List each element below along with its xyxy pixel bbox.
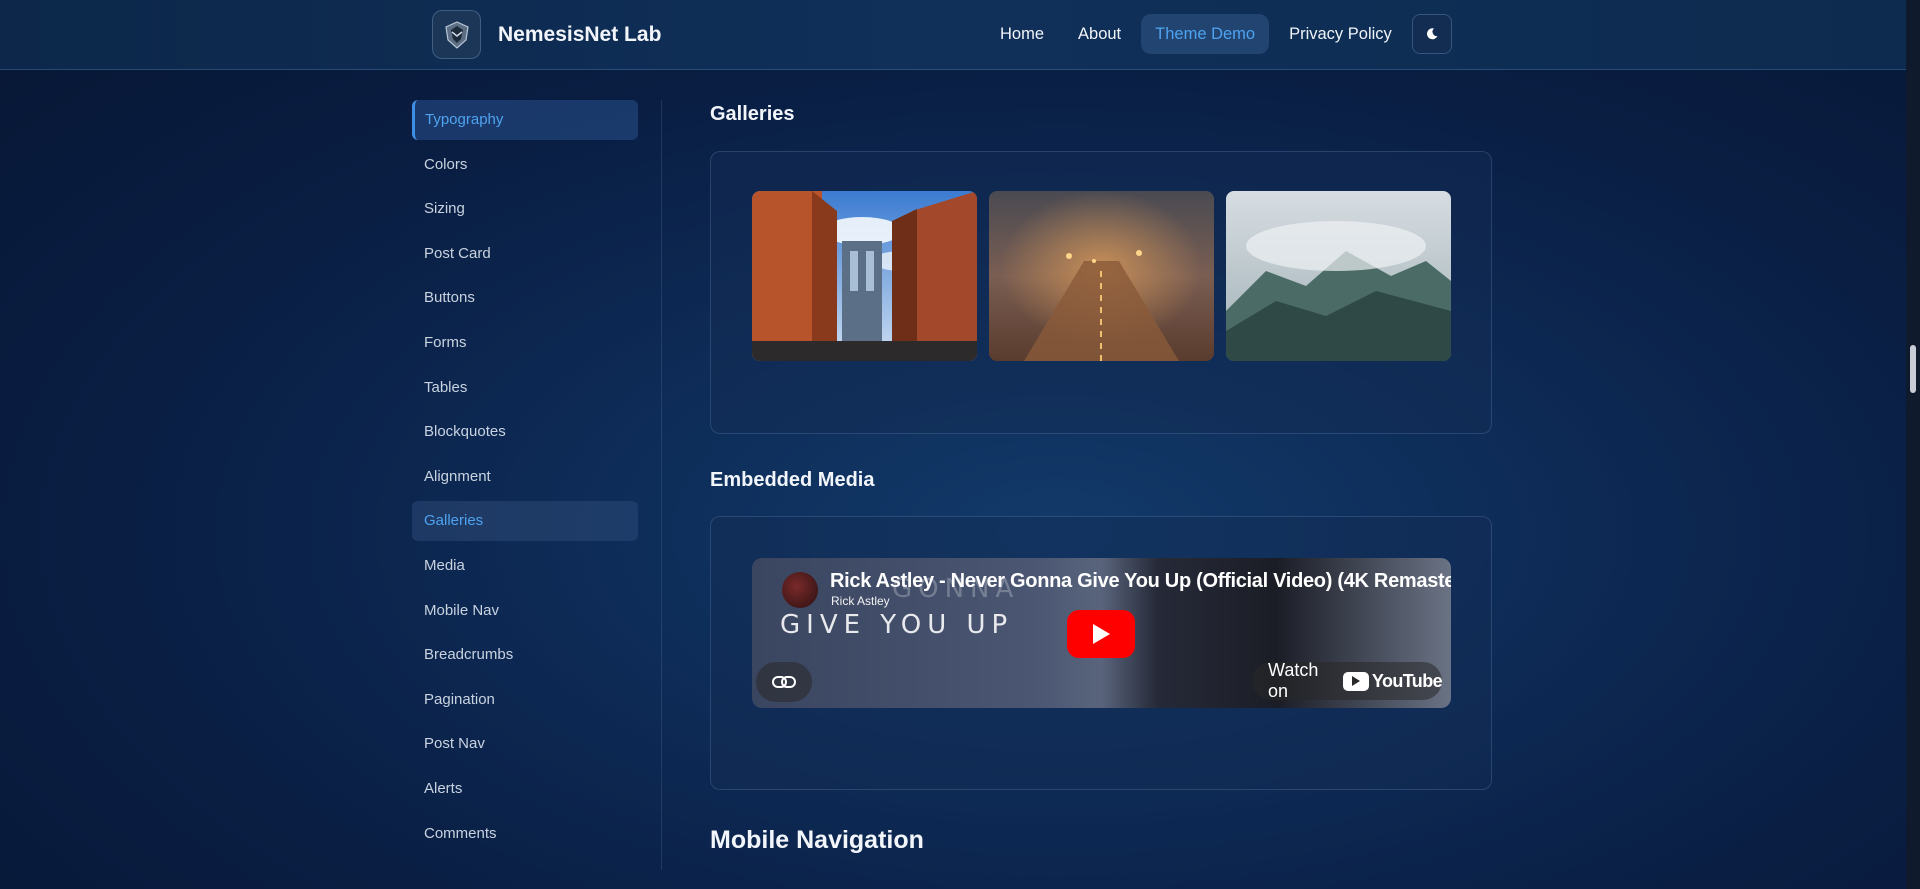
youtube-embed[interactable]: GONNA GIVE YOU UP Rick Astley - Never Go… bbox=[752, 558, 1451, 708]
play-icon bbox=[1093, 624, 1110, 644]
nav-about[interactable]: About bbox=[1064, 14, 1135, 54]
sidebar-item-breadcrumbs[interactable]: Breadcrumbs bbox=[412, 635, 638, 675]
gallery-image-misty-mountain[interactable] bbox=[1226, 191, 1451, 361]
nav-theme-demo[interactable]: Theme Demo bbox=[1141, 14, 1270, 54]
watch-on-youtube-button[interactable]: Watch on YouTube bbox=[1252, 660, 1443, 701]
mobile-navigation-heading: Mobile Navigation bbox=[710, 826, 924, 854]
scrollbar-thumb[interactable] bbox=[1910, 345, 1916, 393]
copy-link-button[interactable] bbox=[756, 662, 812, 702]
sidebar-item-forms[interactable]: Forms bbox=[412, 323, 638, 363]
sidebar-nav: Typography Colors Sizing Post Card Butto… bbox=[412, 100, 638, 858]
sidebar-item-pagination[interactable]: Pagination bbox=[412, 680, 638, 720]
site-title: NemesisNet Lab bbox=[498, 22, 662, 46]
watch-on-label: Watch on bbox=[1268, 660, 1319, 701]
sidebar-item-media[interactable]: Media bbox=[412, 546, 638, 586]
video-channel[interactable]: Rick Astley bbox=[831, 594, 890, 608]
sidebar-item-mobile-nav[interactable]: Mobile Nav bbox=[412, 591, 638, 631]
sidebar-item-tables[interactable]: Tables bbox=[412, 368, 638, 408]
galleries-heading: Galleries bbox=[710, 103, 795, 125]
sidebar-item-alignment[interactable]: Alignment bbox=[412, 457, 638, 497]
brand[interactable]: NemesisNet Lab bbox=[432, 10, 661, 59]
embedded-media-heading: Embedded Media bbox=[710, 469, 875, 491]
sidebar-item-typography[interactable]: Typography bbox=[412, 100, 638, 140]
sidebar-item-post-nav[interactable]: Post Nav bbox=[412, 724, 638, 764]
youtube-logo-icon: YouTube bbox=[1342, 670, 1443, 692]
top-navigation-bar: NemesisNet Lab Home About Theme Demo Pri… bbox=[0, 0, 1906, 70]
sidebar-item-buttons[interactable]: Buttons bbox=[412, 278, 638, 318]
sidebar-item-blockquotes[interactable]: Blockquotes bbox=[412, 412, 638, 452]
sidebar-item-sizing[interactable]: Sizing bbox=[412, 189, 638, 229]
channel-avatar[interactable] bbox=[782, 572, 818, 608]
shield-logo-icon bbox=[432, 10, 481, 59]
play-button[interactable] bbox=[1067, 610, 1135, 658]
video-overlay-text: GIVE YOU UP bbox=[780, 610, 1014, 640]
nav-privacy-policy[interactable]: Privacy Policy bbox=[1275, 14, 1406, 54]
sidebar-item-alerts[interactable]: Alerts bbox=[412, 769, 638, 809]
gallery-image-bridge[interactable] bbox=[752, 191, 977, 361]
sidebar-item-comments[interactable]: Comments bbox=[412, 814, 638, 854]
theme-toggle-button[interactable] bbox=[1411, 14, 1452, 54]
youtube-wordmark: YouTube bbox=[1371, 670, 1443, 691]
main-nav: Home About Theme Demo Privacy Policy bbox=[986, 14, 1452, 54]
nav-home[interactable]: Home bbox=[986, 14, 1058, 54]
sidebar-item-colors[interactable]: Colors bbox=[412, 145, 638, 185]
sidebar-divider bbox=[661, 100, 662, 870]
link-icon bbox=[772, 676, 796, 688]
page-scrollbar[interactable] bbox=[1906, 0, 1920, 889]
sidebar-item-post-card[interactable]: Post Card bbox=[412, 234, 638, 274]
video-title[interactable]: Rick Astley - Never Gonna Give You Up (O… bbox=[830, 570, 1451, 593]
moon-icon bbox=[1426, 28, 1438, 40]
sidebar-item-galleries[interactable]: Galleries bbox=[412, 501, 638, 542]
gallery-image-foggy-road[interactable] bbox=[989, 191, 1214, 361]
